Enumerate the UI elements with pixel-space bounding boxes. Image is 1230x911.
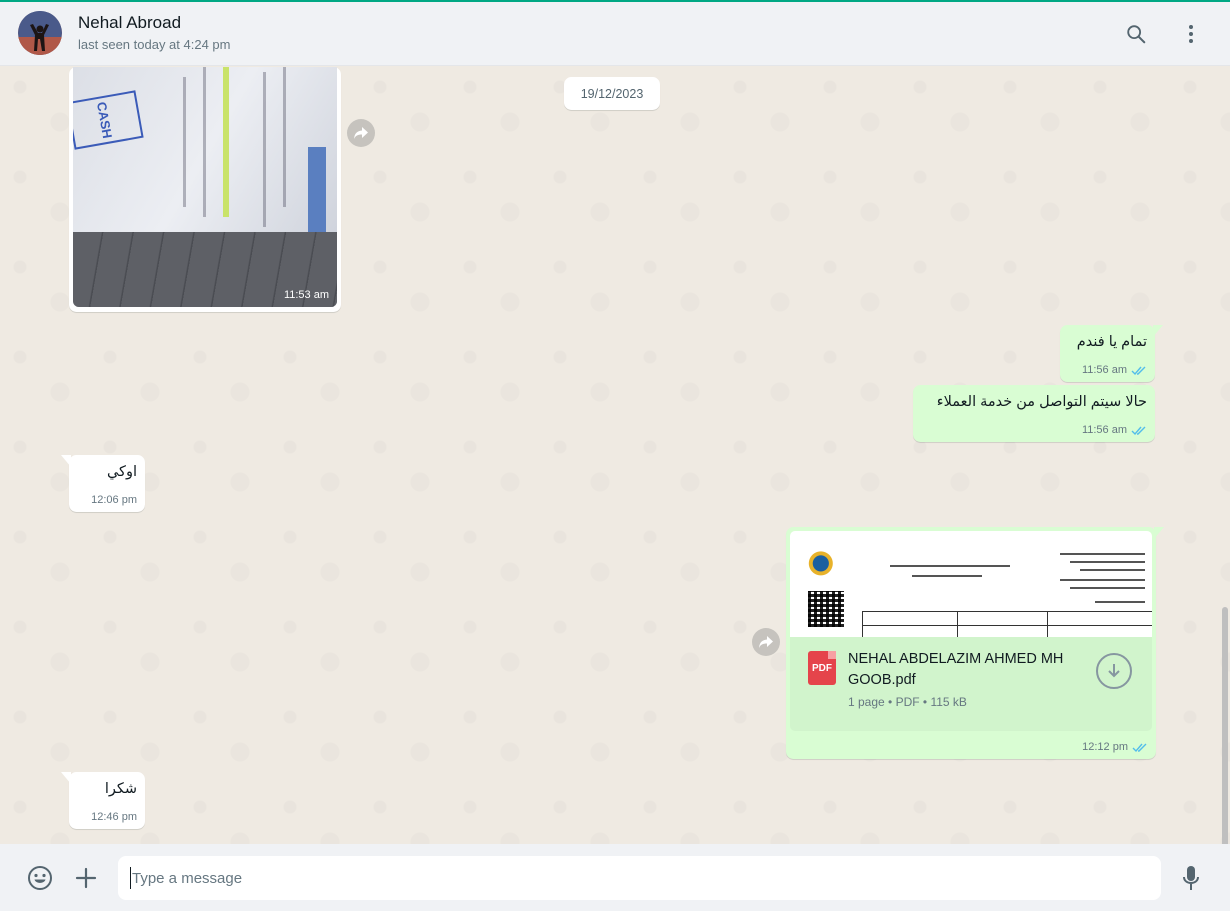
microphone-icon bbox=[1183, 866, 1199, 890]
message-time: 12:46 pm bbox=[91, 811, 137, 823]
forward-button[interactable] bbox=[752, 628, 780, 656]
message-outgoing[interactable]: حالا سيتم التواصل من خدمة العملاء 11:56 … bbox=[913, 385, 1155, 442]
emoji-button[interactable] bbox=[24, 862, 56, 894]
plus-icon bbox=[75, 867, 97, 889]
contact-avatar[interactable] bbox=[18, 11, 62, 55]
contact-last-seen: last seen today at 4:24 pm bbox=[78, 37, 231, 52]
document-file-name: NEHAL ABDELAZIM AHMED MH GOOB.pdf bbox=[848, 651, 1064, 688]
photo-blue-strip bbox=[308, 147, 326, 242]
menu-button[interactable] bbox=[1175, 18, 1207, 50]
message-time: 12:12 pm bbox=[1082, 741, 1128, 753]
contact-name[interactable]: Nehal Abroad bbox=[78, 13, 181, 33]
read-ticks-icon bbox=[1131, 366, 1146, 376]
message-input[interactable] bbox=[118, 856, 1161, 900]
search-button[interactable] bbox=[1120, 18, 1152, 50]
forward-button[interactable] bbox=[347, 119, 375, 147]
photo-highlight bbox=[223, 67, 229, 217]
read-ticks-icon bbox=[1131, 426, 1146, 436]
message-text: اوكي bbox=[106, 464, 137, 480]
read-ticks-icon bbox=[1132, 743, 1147, 753]
download-button[interactable] bbox=[1096, 653, 1132, 689]
message-document-outgoing[interactable]: PDF NEHAL ABDELAZIM AHMED MH GOOB.pdf 1 … bbox=[786, 527, 1164, 759]
date-separator: 19/12/2023 bbox=[564, 77, 660, 110]
message-time: 11:53 am bbox=[283, 289, 329, 301]
message-text: شكرا bbox=[104, 781, 137, 797]
download-icon bbox=[1108, 664, 1120, 678]
message-photo[interactable]: CASH 11:53 am bbox=[73, 67, 337, 307]
document-logo bbox=[808, 549, 840, 581]
forward-icon bbox=[354, 127, 368, 139]
message-incoming[interactable]: اوكي 12:06 pm bbox=[61, 455, 145, 512]
document-info[interactable]: PDF NEHAL ABDELAZIM AHMED MH GOOB.pdf 1 … bbox=[790, 637, 1152, 731]
avatar-image bbox=[18, 11, 62, 55]
forward-icon bbox=[759, 636, 773, 648]
document-meta: 1 page • PDF • 115 kB bbox=[848, 695, 967, 709]
voice-message-button[interactable] bbox=[1175, 862, 1207, 894]
chat-scrollbar[interactable] bbox=[1222, 607, 1228, 844]
message-text: تمام يا فندم bbox=[1076, 334, 1147, 350]
pdf-file-icon: PDF bbox=[808, 651, 836, 685]
menu-icon bbox=[1189, 25, 1193, 43]
text-caret bbox=[130, 867, 131, 889]
document-qr-code bbox=[808, 591, 844, 627]
chat-header: Nehal Abroad last seen today at 4:24 pm bbox=[0, 2, 1230, 66]
message-incoming[interactable]: شكرا 12:46 pm bbox=[61, 772, 145, 829]
chat-messages-area[interactable]: CASH 11:53 am 19/12/2023 تمام يا فندم 11… bbox=[0, 67, 1230, 844]
emoji-icon bbox=[28, 866, 52, 890]
message-composer-bar bbox=[0, 844, 1230, 911]
message-outgoing[interactable]: تمام يا فندم 11:56 am bbox=[1060, 325, 1163, 382]
document-table bbox=[862, 611, 1152, 637]
attach-button[interactable] bbox=[70, 862, 102, 894]
search-icon bbox=[1127, 25, 1146, 44]
message-image-incoming[interactable]: CASH 11:53 am bbox=[69, 67, 341, 312]
message-time: 12:06 pm bbox=[91, 494, 137, 506]
message-time: 11:56 am bbox=[1081, 364, 1127, 376]
message-time: 11:56 am bbox=[1081, 424, 1127, 436]
message-text: حالا سيتم التواصل من خدمة العملاء bbox=[936, 394, 1147, 410]
document-preview[interactable] bbox=[790, 531, 1152, 637]
